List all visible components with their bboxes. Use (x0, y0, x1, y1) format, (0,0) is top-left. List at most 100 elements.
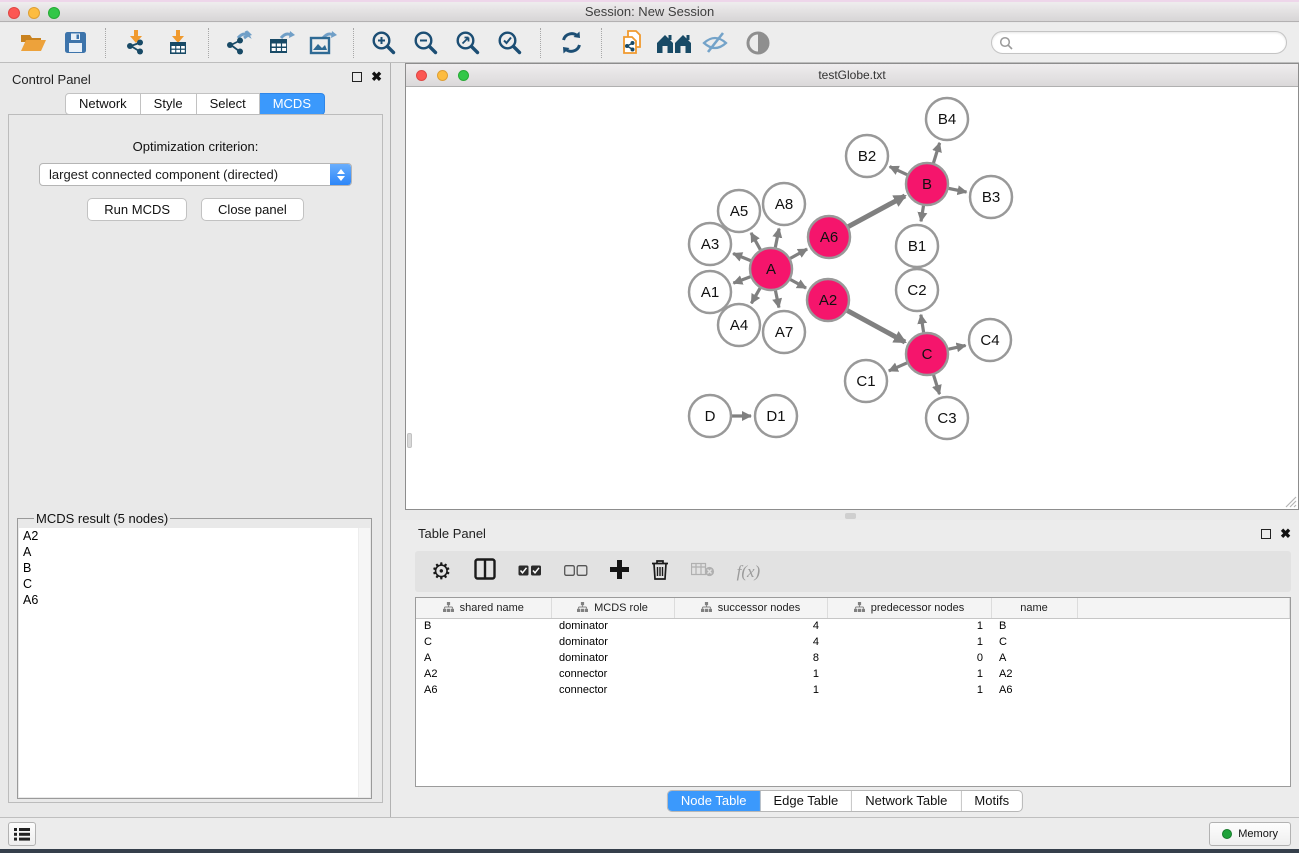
minimize-window-button[interactable] (28, 7, 40, 19)
select-all-columns-button[interactable] (518, 563, 542, 581)
graph-node-label: A4 (730, 317, 748, 334)
close-window-button[interactable] (8, 7, 20, 19)
float-panel-icon[interactable] (352, 72, 362, 82)
hide-panels-button[interactable] (698, 26, 734, 60)
zoom-fit-icon (455, 30, 481, 56)
graph-edge-B-B2[interactable] (890, 167, 907, 175)
graph-edge-A-A2[interactable] (790, 280, 806, 289)
tab-network-table[interactable]: Network Table (852, 791, 961, 811)
graph-edge-A-A8[interactable] (775, 229, 779, 248)
close-panel-button[interactable]: Close panel (201, 198, 304, 221)
graph-edge-A-A5[interactable] (751, 233, 760, 250)
delete-table-button[interactable] (691, 562, 715, 582)
show-column-button[interactable] (474, 558, 496, 585)
import-network-icon (123, 29, 150, 56)
table-row[interactable]: A6connector11A6 (416, 682, 1290, 698)
column-header-predecessor-nodes[interactable]: predecessor nodes (827, 598, 991, 618)
close-panel-icon[interactable]: ✖ (1280, 529, 1291, 539)
criterion-dropdown[interactable]: largest connected component (directed) (39, 163, 352, 186)
deselect-all-columns-button[interactable] (564, 563, 588, 581)
function-builder-button[interactable]: f(x) (737, 562, 761, 582)
hierarchy-icon (577, 602, 588, 613)
show-panels-button[interactable] (740, 26, 776, 60)
mcds-result-list[interactable]: A2ABCA6 (19, 528, 370, 797)
graph-edge-A-A7[interactable] (775, 291, 779, 308)
graph-edge-C-C3[interactable] (934, 375, 940, 394)
zoom-in-button[interactable] (366, 26, 402, 60)
tab-motifs[interactable]: Motifs (961, 791, 1022, 811)
network-minimize-button[interactable] (437, 70, 448, 81)
graph-edge-C-C2[interactable] (921, 315, 924, 333)
task-history-button[interactable] (8, 822, 36, 846)
save-session-button[interactable] (57, 26, 93, 60)
canvas-splitter-handle[interactable] (407, 433, 412, 448)
maximize-window-button[interactable] (48, 7, 60, 19)
graph-edge-B-B4[interactable] (933, 143, 939, 163)
open-session-button[interactable] (15, 26, 51, 60)
graph-edge-C-C4[interactable] (948, 345, 965, 349)
mcds-result-item[interactable]: A2 (19, 528, 370, 544)
graph-edge-A6-B[interactable] (848, 196, 905, 227)
scrollbar[interactable] (358, 528, 370, 797)
create-column-button[interactable] (610, 560, 629, 584)
tab-edge-table[interactable]: Edge Table (760, 791, 852, 811)
mcds-result-item[interactable]: A (19, 544, 370, 560)
tab-node-table[interactable]: Node Table (668, 791, 761, 811)
memory-button[interactable]: Memory (1209, 822, 1291, 846)
network-maximize-button[interactable] (458, 70, 469, 81)
graph-edge-A-A4[interactable] (751, 288, 760, 303)
network-close-button[interactable] (416, 70, 427, 81)
column-header-successor-nodes[interactable]: successor nodes (674, 598, 827, 618)
tab-network[interactable]: Network (65, 93, 141, 115)
graph-edge-C-C1[interactable] (889, 363, 907, 371)
zoom-selected-button[interactable] (492, 26, 528, 60)
horizontal-splitter-handle[interactable] (845, 513, 856, 519)
toolbar-separator (601, 28, 602, 58)
network-window-titlebar[interactable]: testGlobe.txt (406, 64, 1298, 87)
column-header-mcds-role[interactable]: MCDS role (551, 598, 674, 618)
graph-node-label: A5 (730, 203, 748, 220)
search-input[interactable] (1013, 35, 1279, 51)
export-image-button[interactable] (305, 26, 341, 60)
node-table[interactable]: shared nameMCDS rolesuccessor nodesprede… (415, 597, 1291, 787)
export-table-button[interactable] (263, 26, 299, 60)
graph-edge-A-A6[interactable] (790, 249, 807, 258)
table-row[interactable]: Bdominator41B (416, 618, 1290, 634)
memory-status-icon (1222, 829, 1232, 839)
refresh-button[interactable] (553, 26, 589, 60)
float-panel-icon[interactable] (1261, 529, 1271, 539)
table-row[interactable]: Cdominator41C (416, 634, 1290, 650)
mcds-result-item[interactable]: C (19, 576, 370, 592)
zoom-fit-button[interactable] (450, 26, 486, 60)
delete-column-button[interactable] (651, 559, 669, 585)
mcds-result-item[interactable]: B (19, 560, 370, 576)
export-network-button[interactable] (221, 26, 257, 60)
graph-node-label: A3 (701, 236, 719, 253)
import-network-button[interactable] (118, 26, 154, 60)
table-row[interactable]: Adominator80A (416, 650, 1290, 666)
zoom-out-button[interactable] (408, 26, 444, 60)
table-row[interactable]: A2connector11A2 (416, 666, 1290, 682)
run-mcds-button[interactable]: Run MCDS (87, 198, 187, 221)
search-field[interactable] (991, 31, 1287, 54)
network-canvas[interactable]: B4B2BB3A8A5A6A3B1AC2A1A2A4A7C4CC1DD1C3 (406, 87, 1298, 509)
graph-edge-B-B1[interactable] (921, 206, 924, 222)
duplicate-network-button[interactable] (614, 26, 650, 60)
graph-edge-B-B3[interactable] (949, 188, 967, 192)
tab-style[interactable]: Style (141, 93, 197, 115)
resize-grip-icon[interactable] (1284, 495, 1297, 508)
table-settings-button[interactable]: ⚙ (431, 560, 452, 584)
graph-edge-A-A1[interactable] (733, 277, 750, 283)
graph-edge-A2-C[interactable] (847, 311, 905, 342)
column-header-shared-name[interactable]: shared name (416, 598, 551, 618)
mcds-result-item[interactable]: A6 (19, 592, 370, 608)
home-button[interactable] (656, 26, 692, 60)
close-panel-icon[interactable]: ✖ (371, 72, 382, 82)
tab-select[interactable]: Select (197, 93, 260, 115)
column-header-name[interactable]: name (991, 598, 1077, 618)
graph-node-label: B4 (938, 111, 956, 128)
tab-mcds[interactable]: MCDS (260, 93, 325, 115)
graph-edge-A-A3[interactable] (733, 253, 751, 260)
import-table-button[interactable] (160, 26, 196, 60)
list-icon (14, 827, 30, 841)
